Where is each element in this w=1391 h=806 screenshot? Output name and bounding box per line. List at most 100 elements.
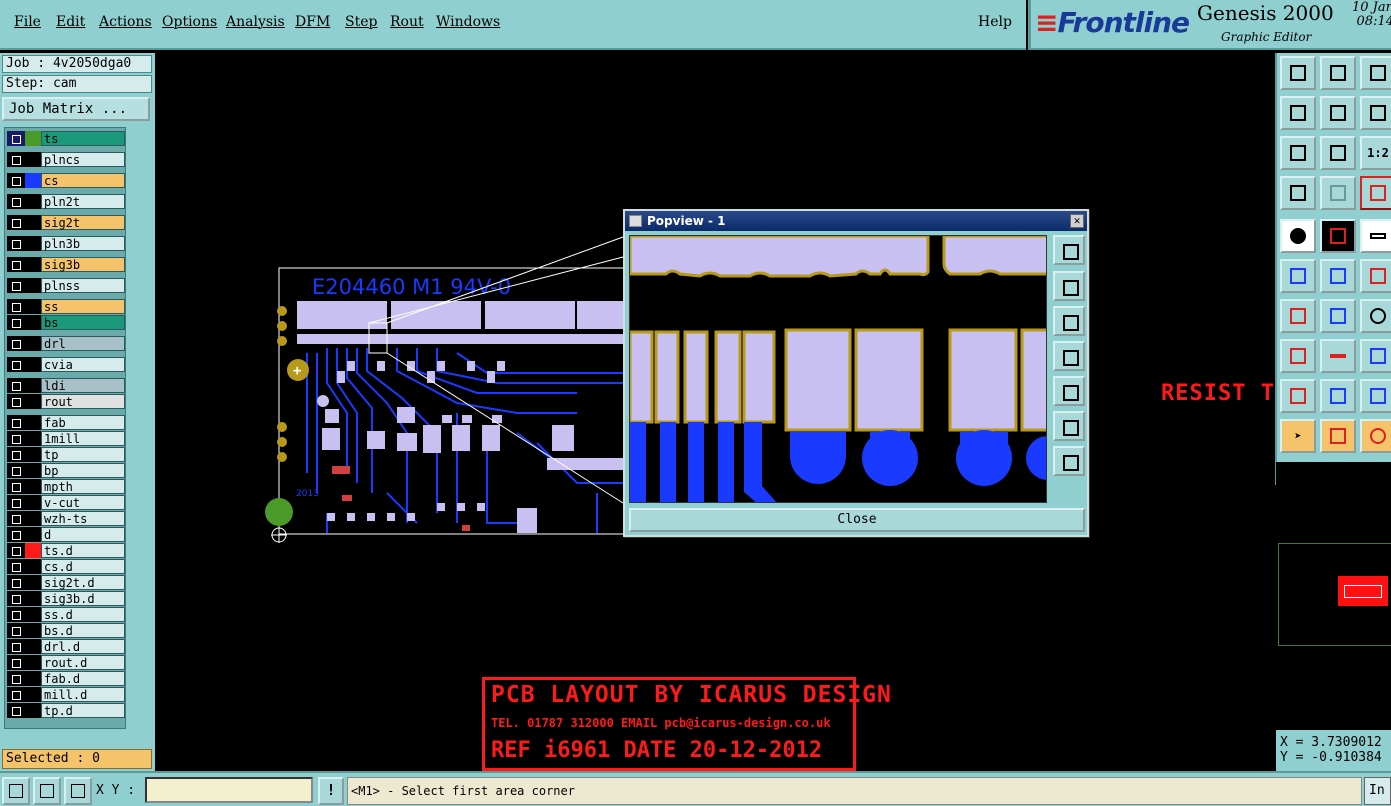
layer-color-swatch[interactable] [25, 299, 41, 314]
settings-icon[interactable] [1280, 176, 1316, 210]
layer-color-swatch[interactable] [25, 543, 41, 558]
layer-name[interactable]: sig2t [41, 215, 125, 230]
arc-icon[interactable] [1360, 299, 1391, 333]
layer-row-ss[interactable]: ss [7, 299, 125, 314]
layer-name[interactable]: cs.d [41, 559, 125, 574]
line-point-icon[interactable] [1360, 259, 1391, 293]
layer-name[interactable]: tp.d [41, 703, 125, 718]
layer-name[interactable]: bs.d [41, 623, 125, 638]
measure-icon[interactable] [1320, 339, 1356, 373]
layer-color-swatch[interactable] [25, 336, 41, 351]
layer-name[interactable]: v-cut [41, 495, 125, 510]
pan-icon[interactable] [1360, 96, 1391, 130]
layer-color-swatch[interactable] [25, 591, 41, 606]
layer-color-swatch[interactable] [25, 575, 41, 590]
layer-row-tp[interactable]: tp [7, 447, 125, 462]
layer-name[interactable]: ldi [41, 378, 125, 393]
layer-checkbox[interactable] [7, 463, 25, 478]
layer-row-ldi[interactable]: ldi [7, 378, 125, 393]
triangle-icon[interactable] [1280, 379, 1316, 413]
layer-row-sig2t.d[interactable]: sig2t.d [7, 575, 125, 590]
layer-color-swatch[interactable] [25, 131, 41, 146]
layer-row-plncs[interactable]: plncs [7, 152, 125, 167]
layer-checkbox[interactable] [7, 671, 25, 686]
layer-row-mill.d[interactable]: mill.d [7, 687, 125, 702]
layer-row-sig3b[interactable]: sig3b [7, 257, 125, 272]
layer-color-swatch[interactable] [25, 655, 41, 670]
layer-row-cs[interactable]: cs [7, 173, 125, 188]
layer-checkbox[interactable] [7, 215, 25, 230]
layer-row-1mill[interactable]: 1mill [7, 431, 125, 446]
warning-icon[interactable]: ! [318, 777, 344, 805]
layer-checkbox[interactable] [7, 278, 25, 293]
layer-checkbox[interactable] [7, 623, 25, 638]
layer-row-bp[interactable]: bp [7, 463, 125, 478]
layer-color-swatch[interactable] [25, 559, 41, 574]
layer-row-wzh-ts[interactable]: wzh-ts [7, 511, 125, 526]
triangle-up-icon[interactable] [1320, 379, 1356, 413]
layer-color-swatch[interactable] [25, 215, 41, 230]
menu-rout[interactable]: Rout [390, 14, 424, 30]
layer-row-pln2t[interactable]: pln2t [7, 194, 125, 209]
layer-row-ss.d[interactable]: ss.d [7, 607, 125, 622]
layer-row-ts.d[interactable]: ts.d [7, 543, 125, 558]
popview-tool-6[interactable] [1053, 411, 1085, 441]
layer-row-drl[interactable]: drl [7, 336, 125, 351]
ruler-icon[interactable] [1360, 219, 1391, 253]
layer-checkbox[interactable] [7, 315, 25, 330]
minimap[interactable] [1276, 462, 1391, 728]
layer-name[interactable]: cs [41, 173, 125, 188]
menu-dfm[interactable]: DFM [295, 14, 330, 30]
menu-step[interactable]: Step [345, 14, 377, 30]
point-icon[interactable] [1280, 339, 1316, 373]
popview-tool-5[interactable] [1053, 376, 1085, 406]
triangle-arrow-icon[interactable] [1360, 379, 1391, 413]
layer-row-rout.d[interactable]: rout.d [7, 655, 125, 670]
xy-input[interactable] [145, 777, 313, 803]
layer-row-sig2t[interactable]: sig2t [7, 215, 125, 230]
layer-row-fab.d[interactable]: fab.d [7, 671, 125, 686]
layer-color-swatch[interactable] [25, 527, 41, 542]
layer-row-bs[interactable]: bs [7, 315, 125, 330]
layer-name[interactable]: sig3b.d [41, 591, 125, 606]
menu-help[interactable]: Help [978, 14, 1012, 30]
layer-row-pln3b[interactable]: pln3b [7, 236, 125, 251]
layer-name[interactable]: ss.d [41, 607, 125, 622]
cross-icon[interactable] [1320, 259, 1356, 293]
layer-name[interactable]: plncs [41, 152, 125, 167]
layer-checkbox[interactable] [7, 257, 25, 272]
layer-checkbox[interactable] [7, 236, 25, 251]
layer-checkbox[interactable] [7, 607, 25, 622]
layer-checkbox[interactable] [7, 511, 25, 526]
layer-checkbox[interactable] [7, 479, 25, 494]
layer-name[interactable]: sig2t.d [41, 575, 125, 590]
layer-checkbox[interactable] [7, 543, 25, 558]
popview-tool-2[interactable] [1053, 271, 1085, 301]
home-icon[interactable] [1360, 56, 1391, 90]
layer-checkbox[interactable] [7, 173, 25, 188]
layer-row-plnss[interactable]: plnss [7, 278, 125, 293]
layer-color-swatch[interactable] [25, 511, 41, 526]
layer-color-swatch[interactable] [25, 152, 41, 167]
select-pointer-icon[interactable]: ➤ [1280, 419, 1316, 453]
layer-color-swatch[interactable] [25, 278, 41, 293]
layer-name[interactable]: tp [41, 447, 125, 462]
layer-name[interactable]: bp [41, 463, 125, 478]
layer-color-swatch[interactable] [25, 479, 41, 494]
move-right-icon[interactable] [1320, 96, 1356, 130]
angle-icon[interactable] [1280, 299, 1316, 333]
layer-checkbox[interactable] [7, 687, 25, 702]
layer-name[interactable]: bs [41, 315, 125, 330]
popview-tool-4[interactable] [1053, 341, 1085, 371]
select-circle-icon[interactable] [1360, 419, 1391, 453]
layer-row-tp.d[interactable]: tp.d [7, 703, 125, 718]
layer-name[interactable]: rout [41, 394, 125, 409]
layer-row-bs.d[interactable]: bs.d [7, 623, 125, 638]
layer-color-swatch[interactable] [25, 495, 41, 510]
layer-name[interactable]: plnss [41, 278, 125, 293]
popview-viewport[interactable] [629, 235, 1047, 503]
menu-edit[interactable]: Edit [56, 14, 85, 30]
menu-actions[interactable]: Actions [99, 14, 152, 30]
layer-name[interactable]: pln2t [41, 194, 125, 209]
slope-icon[interactable] [1320, 299, 1356, 333]
